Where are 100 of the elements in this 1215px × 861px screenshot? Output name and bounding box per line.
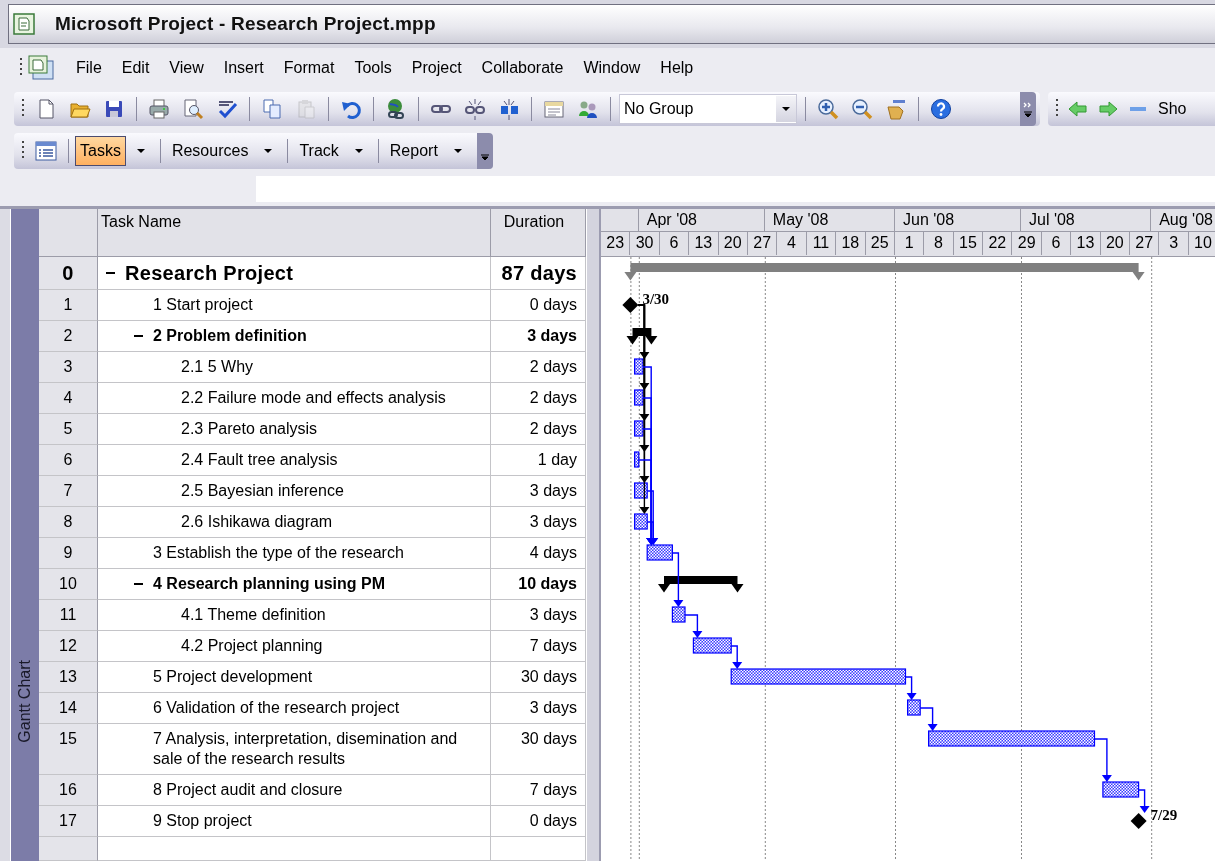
dependency-arrow — [919, 707, 938, 731]
dependency-arrow — [671, 552, 684, 607]
timescale-week: 27 — [1130, 232, 1160, 255]
row-number: 10 — [39, 569, 98, 600]
summary-bar — [626, 328, 658, 345]
timescale-week: 15 — [953, 232, 984, 255]
task-name: 4.1 Theme definition — [181, 605, 327, 625]
dependency-arrow — [1137, 789, 1150, 813]
row-number: 6 — [39, 445, 98, 476]
row-number: 15 — [39, 724, 98, 775]
timescale-week: 3 — [1159, 232, 1189, 255]
task-bar — [634, 389, 644, 406]
guide-tab[interactable]: Tasks — [75, 136, 126, 166]
column-header: Task Name — [98, 209, 491, 257]
task-name: 2.5 Bayesian inference — [181, 481, 345, 501]
row-number: 12 — [39, 631, 98, 662]
timescale-week: 22 — [983, 232, 1013, 255]
row-number: 5 — [39, 414, 98, 445]
timescale-week: 1 — [894, 232, 925, 255]
task-name: 4.2 Project planning — [181, 636, 324, 656]
timescale-week: 30 — [630, 232, 660, 255]
timescale-week: 29 — [1012, 232, 1042, 255]
row-number: 11 — [39, 600, 98, 631]
menu-item[interactable]: Window — [565, 59, 641, 77]
task-bar — [634, 420, 644, 437]
task-bar — [634, 451, 640, 468]
timescale-week: 20 — [718, 232, 748, 255]
timescale-month: Jul '08 — [1021, 209, 1152, 231]
task-name: 2.2 Failure mode and effects analysis — [181, 388, 447, 408]
task-name: Research Project — [125, 262, 295, 284]
row-number: 8 — [39, 507, 98, 538]
menu-item[interactable]: View — [151, 59, 204, 77]
dependency-arrow — [904, 676, 917, 700]
row-number: 1 — [39, 290, 98, 321]
task-name: 9 Stop project — [153, 811, 253, 831]
task-name: 8 Project audit and closure — [153, 780, 344, 800]
row-number: 9 — [39, 538, 98, 569]
guide-tab[interactable]: Resources — [166, 136, 254, 166]
task-name: 5 Project development — [153, 667, 314, 687]
guide-tab[interactable]: Track — [294, 136, 344, 166]
row-number: 14 — [39, 693, 98, 724]
timescale-week: 6 — [1041, 232, 1072, 255]
row-number: 0 — [39, 257, 98, 290]
timescale-week: 25 — [865, 232, 895, 255]
task-name: 3 Establish the type of the research — [153, 543, 405, 563]
document-icon[interactable] — [28, 55, 56, 81]
milestone-date: 7/29 — [1150, 807, 1178, 823]
dependency-arrow — [684, 614, 703, 638]
timescale-week: 13 — [1071, 232, 1101, 255]
task-name: 7 Analysis, interpretation, disemination and sale of the research results — [153, 729, 459, 769]
splitter-bar[interactable] — [586, 209, 601, 861]
timescale-week: 20 — [1100, 232, 1131, 255]
timescale-week: 23 — [601, 232, 631, 255]
task-name: 2 Problem definition — [153, 326, 308, 346]
timescale-week: 6 — [659, 232, 690, 255]
row-number: 16 — [39, 775, 98, 806]
task-bar — [1102, 781, 1140, 798]
timescale-week: 27 — [747, 232, 778, 255]
empty-row-header — [39, 837, 98, 861]
group-dropdown[interactable]: No Group — [619, 94, 797, 124]
menu-item[interactable]: Format — [265, 59, 335, 77]
guide-tab[interactable]: Report — [384, 136, 443, 166]
row-number: 3 — [39, 352, 98, 383]
toolbar-options-icon[interactable] — [1020, 92, 1036, 126]
row-number: 7 — [39, 476, 98, 507]
timescale-month: Apr '08 — [638, 209, 765, 231]
task-name: 4 Research planning using PM — [153, 574, 387, 594]
column-header — [39, 209, 98, 257]
milestone-date: 3/30 — [642, 291, 670, 307]
task-bar — [907, 699, 921, 716]
menu-item[interactable]: Project — [393, 59, 462, 77]
task-name: 2.4 Fault tree analysis — [181, 450, 339, 470]
menu-item[interactable]: Insert — [205, 59, 264, 77]
row-number: 17 — [39, 806, 98, 837]
caret-icon[interactable] — [781, 106, 791, 112]
row-number: 2 — [39, 321, 98, 352]
task-name: 2.1 5 Why — [181, 357, 255, 377]
timescale-month: May '08 — [764, 209, 895, 231]
task-bar — [634, 513, 648, 530]
dependency-arrow — [730, 645, 743, 669]
window-title: Microsoft Project - Research Project.mpp — [55, 13, 436, 35]
timescale-week: 11 — [806, 232, 837, 255]
menu-item[interactable]: File — [58, 59, 102, 77]
timescale-week: 10 — [1188, 232, 1215, 255]
task-bar — [634, 358, 644, 375]
menu-item[interactable]: Collaborate — [463, 59, 564, 77]
toolbar-options-icon[interactable] — [476, 133, 493, 169]
menu-item[interactable]: Help — [642, 59, 694, 77]
row-number: 4 — [39, 383, 98, 414]
timescale-week: 4 — [777, 232, 807, 255]
timescale-week: 13 — [689, 232, 719, 255]
show-button[interactable]: Sho — [1154, 100, 1187, 118]
timescale-week: 8 — [924, 232, 954, 255]
menu-item[interactable]: Edit — [103, 59, 150, 77]
milestone-diamond — [622, 297, 639, 313]
dependency-arrow — [1093, 738, 1112, 782]
timescale-month: Aug '08 — [1151, 209, 1215, 231]
task-name: 6 Validation of the research project — [153, 698, 401, 718]
timescale-month: Jun '08 — [895, 209, 1021, 231]
menu-item[interactable]: Tools — [336, 59, 392, 77]
